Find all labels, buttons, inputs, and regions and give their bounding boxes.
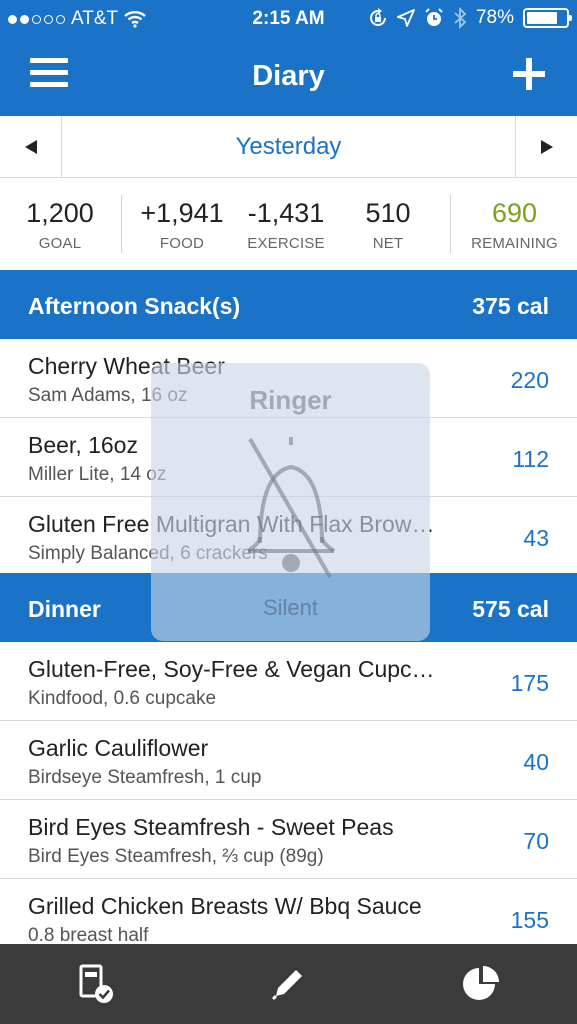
pie-chart-icon[interactable] <box>461 964 501 1004</box>
ringer-title: Ringer <box>249 385 332 415</box>
diary-icon[interactable] <box>76 964 116 1004</box>
net-label: NET <box>372 235 404 252</box>
food-name: Gluten-Free, Soy-Free & Vegan Cupc… <box>28 656 435 682</box>
food-name: Bird Eyes Steamfresh - Sweet Peas <box>28 814 394 840</box>
food-summary: +1,941 FOOD <box>130 198 234 252</box>
food-name: Grilled Chicken Breasts W/ Bbq Sauce <box>28 893 422 919</box>
section-name: Dinner <box>28 596 101 622</box>
food-label: FOOD <box>159 235 205 252</box>
food-description: Bird Eyes Steamfresh, ⅔ cup (89g) <box>28 846 324 867</box>
tab-bar <box>0 944 577 1024</box>
food-description: Miller Lite, 14 oz <box>28 464 167 485</box>
status-bar: AT&T 2:15 AM 78% <box>0 0 577 38</box>
remaining-summary: 690 REMAINING <box>452 198 577 252</box>
divider <box>121 195 122 253</box>
goal-label: GOAL <box>38 235 82 252</box>
section-calories: 375 cal <box>472 293 549 319</box>
battery-percent: 78% <box>475 7 514 28</box>
exercise-value: -1,431 <box>247 198 325 228</box>
triangle-left-icon <box>24 139 37 154</box>
date-label[interactable]: Yesterday <box>62 116 515 177</box>
food-description: Birdseye Steamfresh, 1 cup <box>28 767 262 788</box>
food-description: Kindfood, 0.6 cupcake <box>28 688 217 709</box>
goal-summary: 1,200 GOAL <box>0 198 120 252</box>
food-calories: 70 <box>523 828 549 854</box>
food-description: 0.8 breast half <box>28 925 149 944</box>
net-summary: 510 NET <box>338 198 438 252</box>
next-day-button[interactable] <box>515 116 577 177</box>
exercise-summary: -1,431 EXERCISE <box>238 198 334 252</box>
food-name: Garlic Cauliflower <box>28 735 209 761</box>
previous-day-button[interactable] <box>0 116 62 177</box>
food-entry[interactable]: Grilled Chicken Breasts W/ Bbq Sauce 0.8… <box>0 879 577 944</box>
page-title: Diary <box>252 60 325 92</box>
section-calories: 575 cal <box>472 596 549 622</box>
food-entry[interactable]: Gluten-Free, Soy-Free & Vegan Cupc… Kind… <box>0 642 577 721</box>
battery-icon <box>523 8 572 28</box>
food-calories: 112 <box>512 446 549 472</box>
food-calories: 175 <box>510 670 549 696</box>
food-value: +1,941 <box>140 198 224 228</box>
alarm-icon <box>425 8 443 26</box>
food-entry[interactable]: Garlic Cauliflower Birdseye Steamfresh, … <box>0 721 577 800</box>
ringer-overlay: Ringer Silent <box>151 363 430 641</box>
remaining-label: REMAINING <box>471 235 558 252</box>
bell-slash-icon <box>246 437 336 579</box>
calorie-summary: 1,200 GOAL +1,941 FOOD -1,431 EXERCISE 5… <box>0 178 577 270</box>
food-calories: 155 <box>510 907 549 933</box>
ringer-status: Silent <box>262 595 319 620</box>
food-entry[interactable]: Bird Eyes Steamfresh - Sweet Peas Bird E… <box>0 800 577 879</box>
nav-bar: Diary <box>0 38 577 116</box>
triangle-right-icon <box>540 139 553 154</box>
bluetooth-icon <box>454 7 467 29</box>
exercise-label: EXERCISE <box>247 235 325 252</box>
remaining-value: 690 <box>491 198 538 228</box>
food-calories: 220 <box>510 367 549 393</box>
date-navigator: Yesterday <box>0 116 577 178</box>
net-value: 510 <box>365 198 411 228</box>
section-name: Afternoon Snack(s) <box>28 293 241 319</box>
food-calories: 43 <box>523 525 549 551</box>
divider <box>450 195 451 253</box>
section-header-afternoon-snacks[interactable]: Afternoon Snack(s) 375 cal <box>0 270 577 339</box>
rotation-lock-icon <box>369 8 386 26</box>
pencil-icon[interactable] <box>268 964 308 1004</box>
location-icon <box>397 9 415 27</box>
food-calories: 40 <box>523 749 549 775</box>
goal-value: 1,200 <box>26 198 94 228</box>
plus-icon[interactable] <box>513 58 545 90</box>
